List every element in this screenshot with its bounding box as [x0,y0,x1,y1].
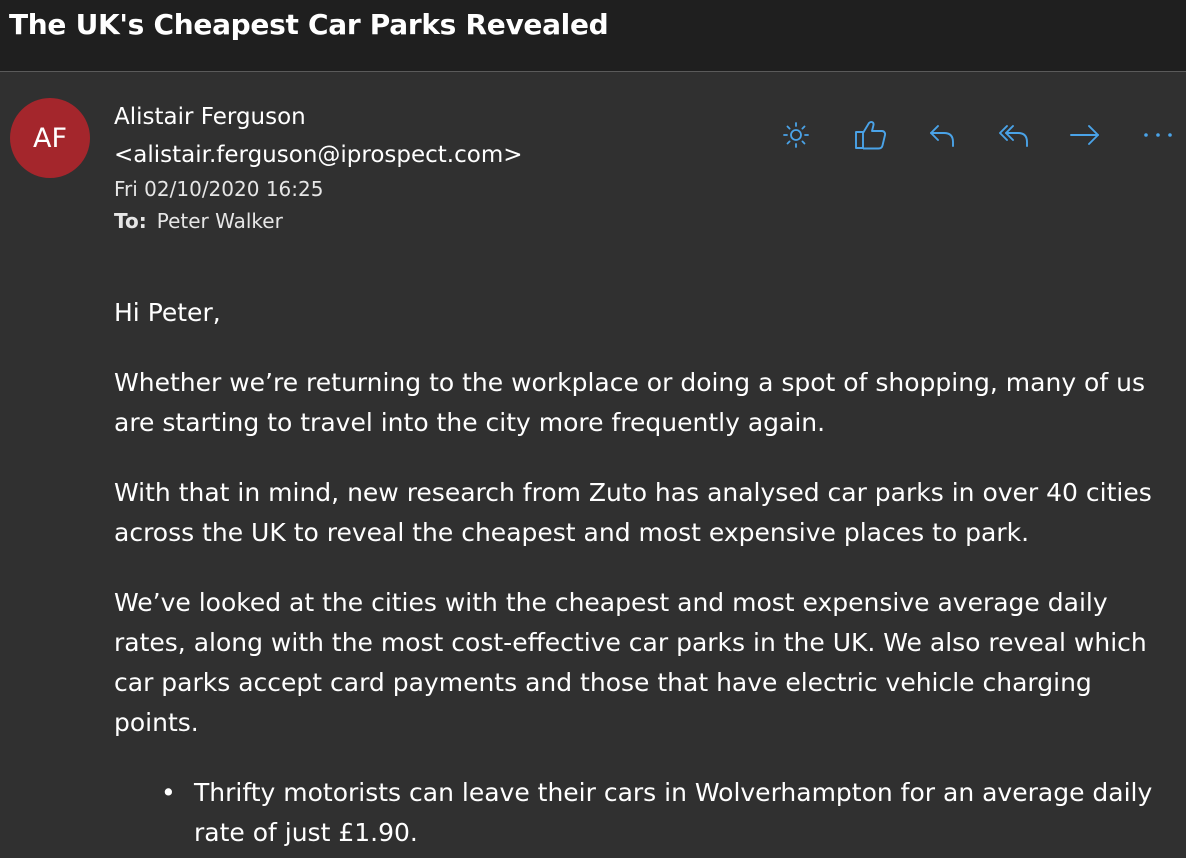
like-icon [853,119,887,151]
reply-all-button[interactable] [994,115,1034,155]
reply-all-icon [997,120,1031,150]
email-subject: The UK's Cheapest Car Parks Revealed [9,8,609,41]
more-icon [1141,130,1175,140]
reply-icon [927,120,957,150]
greeting: Hi Peter, [114,298,221,327]
list-item-text: Thrifty motorists can leave their cars i… [194,778,1153,847]
recipient-row: To: Peter Walker [114,209,283,233]
body-paragraph: With that in mind, new research from Zut… [114,478,1152,547]
body-paragraph: Whether we’re returning to the workplace… [114,368,1145,437]
more-options-button[interactable] [1138,115,1178,155]
reply-button[interactable] [922,115,962,155]
bullet-marker: • [161,778,176,807]
avatar-initials: AF [32,122,67,154]
forward-icon [1068,120,1102,150]
list-item: • Thrifty motorists can leave their cars… [161,773,1164,853]
like-button[interactable] [850,115,890,155]
sender-avatar[interactable]: AF [10,98,90,178]
subject-bar: The UK's Cheapest Car Parks Revealed [0,0,1186,72]
bullet-list: • Thrifty motorists can leave their cars… [114,773,1164,853]
email-body: Hi Peter, Whether we’re returning to the… [114,293,1164,853]
brightness-button[interactable] [776,115,816,155]
sender-name[interactable]: Alistair Ferguson <alistair.ferguson@ipr… [114,98,654,174]
sent-date: Fri 02/10/2020 16:25 [114,177,324,201]
body-paragraph: We’ve looked at the cities with the chea… [114,588,1147,737]
brightness-icon [782,121,810,149]
recipient-name[interactable]: Peter Walker [157,209,283,233]
forward-button[interactable] [1065,115,1105,155]
to-label: To: [114,209,147,233]
